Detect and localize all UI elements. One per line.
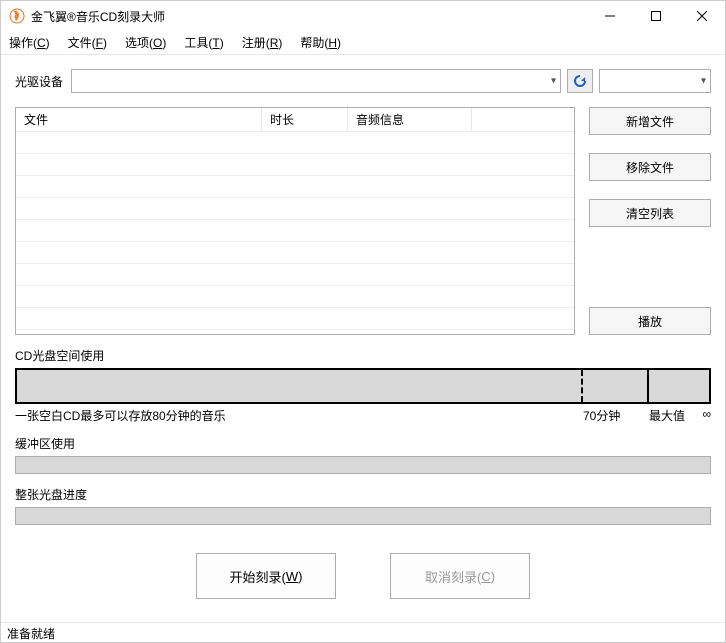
table-row[interactable] <box>16 154 574 176</box>
capacity-tick-inf: ∞ <box>697 407 711 423</box>
start-burn-button[interactable]: 开始刻录(W) <box>196 553 336 599</box>
remove-file-button[interactable]: 移除文件 <box>589 153 711 181</box>
buffer-bar <box>15 456 711 474</box>
window-title: 金飞翼®音乐CD刻录大师 <box>31 8 165 25</box>
refresh-icon <box>572 73 588 89</box>
capacity-seg-70 <box>581 370 647 402</box>
capacity-note: 一张空白CD最多可以存放80分钟的音乐 <box>15 407 583 423</box>
table-row[interactable] <box>16 308 574 330</box>
table-row[interactable] <box>16 198 574 220</box>
status-text: 准备就绪 <box>7 627 55 641</box>
cancel-burn-button[interactable]: 取消刻录(C) <box>390 553 530 599</box>
menu-file[interactable]: 文件(F) <box>68 34 107 51</box>
app-icon <box>9 8 25 24</box>
menu-tools[interactable]: 工具(T) <box>184 34 223 51</box>
drive-row: 光驱设备 ▾ ▾ <box>15 69 711 93</box>
col-duration-header[interactable]: 时长 <box>262 108 348 131</box>
table-row[interactable] <box>16 242 574 264</box>
play-button[interactable]: 播放 <box>589 307 711 335</box>
file-table[interactable]: 文件 时长 音频信息 <box>15 107 575 335</box>
menu-options[interactable]: 选项(O) <box>125 34 166 51</box>
maximize-button[interactable] <box>633 1 679 31</box>
table-body[interactable] <box>16 132 574 334</box>
capacity-label: CD光盘空间使用 <box>15 347 711 364</box>
progress-label: 整张光盘进度 <box>15 486 711 503</box>
clear-list-button[interactable]: 清空列表 <box>589 199 711 227</box>
capacity-tick-max: 最大值 <box>649 407 697 423</box>
capacity-ticks: 一张空白CD最多可以存放80分钟的音乐 70分钟 最大值 ∞ <box>15 407 711 423</box>
window-titlebar: 金飞翼®音乐CD刻录大师 <box>1 1 725 31</box>
bottom-buttons: 开始刻录(W) 取消刻录(C) <box>15 553 711 599</box>
minimize-button[interactable] <box>587 1 633 31</box>
side-buttons: 新增文件 移除文件 清空列表 播放 <box>589 107 711 335</box>
speed-combo[interactable]: ▾ <box>599 69 711 93</box>
table-row[interactable] <box>16 176 574 198</box>
capacity-tick-70: 70分钟 <box>583 407 649 423</box>
menu-operation[interactable]: 操作(C) <box>9 34 50 51</box>
chevron-down-icon: ▾ <box>551 76 556 87</box>
table-header: 文件 时长 音频信息 <box>16 108 574 132</box>
drive-combo[interactable]: ▾ <box>71 69 561 93</box>
capacity-seg-used <box>17 370 581 402</box>
menu-bar: 操作(C) 文件(F) 选项(O) 工具(T) 注册(R) 帮助(H) <box>1 31 725 55</box>
col-spacer-header <box>472 108 574 131</box>
capacity-seg-max <box>647 370 709 402</box>
col-file-header[interactable]: 文件 <box>16 108 262 131</box>
buffer-label: 缓冲区使用 <box>15 435 711 452</box>
close-button[interactable] <box>679 1 725 31</box>
table-row[interactable] <box>16 286 574 308</box>
table-row[interactable] <box>16 132 574 154</box>
progress-section: 整张光盘进度 <box>15 486 711 525</box>
capacity-bar <box>15 368 711 404</box>
table-row[interactable] <box>16 220 574 242</box>
capacity-section: CD光盘空间使用 一张空白CD最多可以存放80分钟的音乐 70分钟 最大值 ∞ <box>15 347 711 423</box>
chevron-down-icon: ▾ <box>701 76 706 87</box>
table-row[interactable] <box>16 264 574 286</box>
col-audio-header[interactable]: 音频信息 <box>348 108 472 131</box>
menu-register[interactable]: 注册(R) <box>242 34 283 51</box>
menu-help[interactable]: 帮助(H) <box>300 34 341 51</box>
window-controls <box>587 1 725 31</box>
add-file-button[interactable]: 新增文件 <box>589 107 711 135</box>
drive-label: 光驱设备 <box>15 73 63 90</box>
status-bar: 准备就绪 <box>1 622 725 642</box>
buffer-section: 缓冲区使用 <box>15 435 711 474</box>
progress-bar <box>15 507 711 525</box>
refresh-button[interactable] <box>567 69 593 93</box>
